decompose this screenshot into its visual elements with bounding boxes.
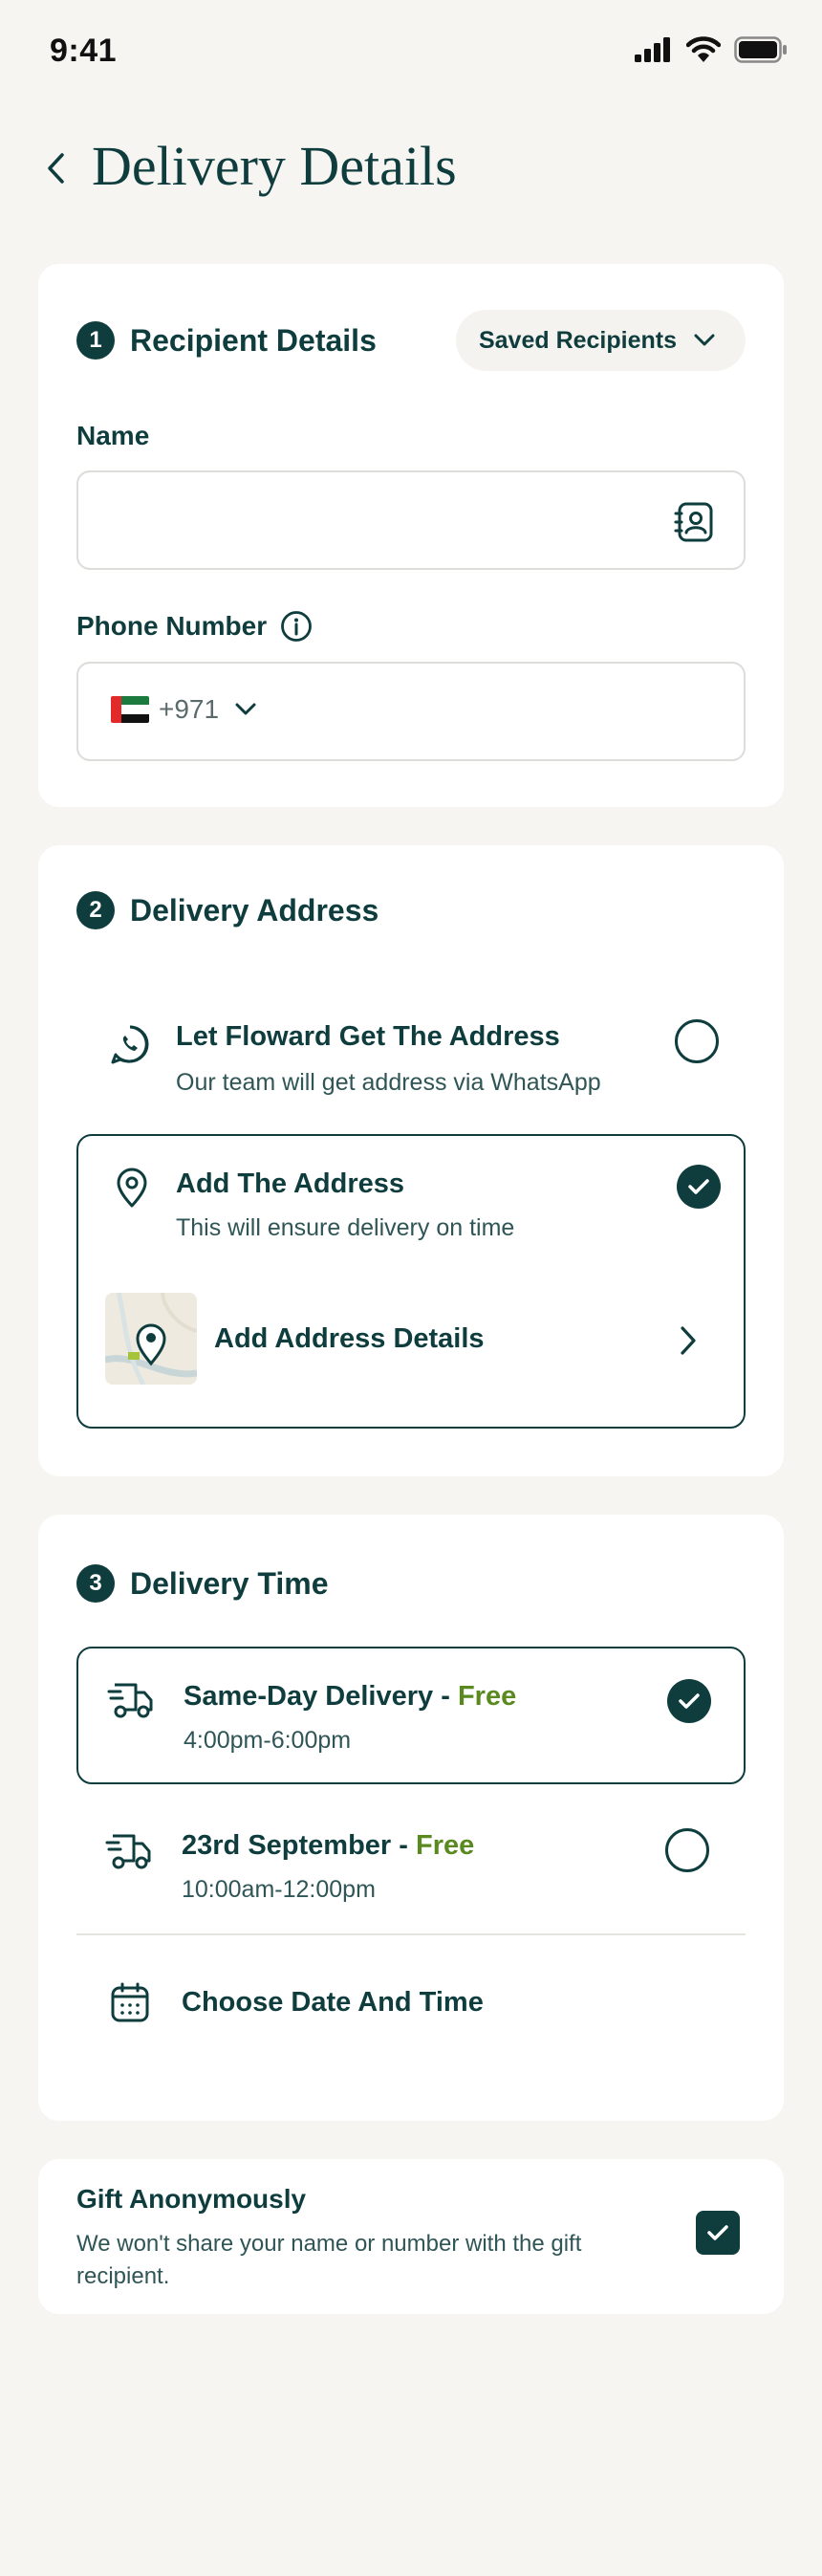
address-section-header: 2 Delivery Address — [76, 891, 379, 929]
status-time: 9:41 — [50, 33, 118, 69]
map-thumbnail — [105, 1293, 197, 1385]
divider — [76, 1933, 746, 1935]
back-button[interactable] — [36, 145, 75, 191]
radio-selected[interactable] — [667, 1679, 711, 1723]
calendar-icon — [111, 1982, 149, 2022]
option-title: Same-Day Delivery - Free — [184, 1681, 516, 1713]
chevron-down-icon — [694, 334, 715, 346]
status-bar: 9:41 — [0, 0, 822, 105]
gift-anonymously-subtitle: We won't share your name or number with … — [76, 2231, 582, 2289]
option-title: 23rd September - Free — [182, 1830, 474, 1862]
uae-flag-icon — [111, 696, 149, 723]
gift-anonymously-checkbox[interactable] — [696, 2211, 740, 2255]
radio-selected[interactable] — [677, 1165, 721, 1209]
contact-book-icon[interactable] — [673, 501, 715, 543]
radio-unselected[interactable] — [665, 1828, 709, 1872]
time-section-header: 3 Delivery Time — [76, 1564, 329, 1603]
phone-label-text: Phone Number — [76, 611, 268, 641]
step-number: 1 — [76, 321, 115, 360]
option-time: 4:00pm-6:00pm — [184, 1727, 352, 1754]
option-time: 10:00am-12:00pm — [182, 1876, 376, 1903]
step-number: 3 — [76, 1564, 115, 1603]
address-option-whatsapp[interactable]: Let Floward Get The Address Our team wil… — [76, 989, 746, 1142]
delivery-option-23rd-september[interactable]: 23rd September - Free 10:00am-12:00pm — [76, 1800, 746, 1933]
delivery-time-card: 3 Delivery Time Same-Day Delivery - Free… — [38, 1515, 784, 2121]
whatsapp-icon — [111, 1025, 149, 1064]
country-code: +971 — [159, 694, 220, 724]
location-pin-icon — [117, 1168, 147, 1208]
price-free: Free — [415, 1830, 475, 1861]
choose-date-time-label: Choose Date And Time — [182, 1987, 484, 2018]
option-subtitle: Our team will get address via WhatsApp — [176, 1069, 601, 1096]
delivery-address-card: 2 Delivery Address Let Floward Get The A… — [38, 845, 784, 1476]
phone-input[interactable] — [260, 664, 719, 759]
name-label-text: Name — [76, 421, 150, 450]
phone-field[interactable]: +971 — [76, 662, 746, 761]
cellular-signal-icon — [635, 37, 670, 62]
address-option-manual[interactable]: Add The Address This will ensure deliver… — [76, 1134, 746, 1429]
section-title: Delivery Time — [130, 1565, 329, 1601]
page-title: Delivery Details — [92, 135, 457, 197]
country-code-selector[interactable]: +971 — [111, 694, 257, 725]
delivery-details-screen: 9:41 Delivery Details 1 Recipient Detail… — [0, 0, 822, 2576]
info-icon[interactable] — [280, 610, 313, 643]
map-pin-icon — [105, 1293, 197, 1385]
recipient-details-card: 1 Recipient Details Saved Recipients Nam… — [38, 264, 784, 807]
gift-anonymously-card: Gift Anonymously We won't share your nam… — [38, 2159, 784, 2314]
section-title: Delivery Address — [130, 892, 379, 928]
name-input[interactable] — [101, 472, 637, 568]
checkmark-icon — [688, 1179, 709, 1194]
radio-unselected[interactable] — [675, 1019, 719, 1063]
price-free: Free — [457, 1681, 517, 1712]
name-label: Name — [76, 421, 149, 451]
delivery-truck-icon — [105, 1834, 151, 1869]
recipient-section-header: 1 Recipient Details — [76, 321, 377, 360]
name-field[interactable] — [76, 470, 746, 570]
checkmark-icon — [679, 1693, 700, 1709]
delivery-truck-icon — [107, 1683, 153, 1718]
option-title-text: 23rd September - — [182, 1830, 416, 1861]
choose-date-time-row[interactable]: Choose Date And Time — [76, 1954, 746, 2069]
step-number: 2 — [76, 891, 115, 929]
saved-recipients-label: Saved Recipients — [478, 326, 677, 354]
checkmark-icon — [707, 2225, 728, 2240]
status-icons — [635, 36, 788, 63]
option-subtitle: This will ensure delivery on time — [176, 1214, 515, 1241]
saved-recipients-dropdown[interactable]: Saved Recipients — [455, 310, 746, 371]
chevron-left-icon — [48, 153, 64, 184]
option-title-text: Same-Day Delivery - — [184, 1681, 458, 1712]
chevron-right-icon[interactable] — [679, 1325, 698, 1356]
add-address-details-label[interactable]: Add Address Details — [214, 1323, 485, 1355]
option-title: Let Floward Get The Address — [176, 1021, 560, 1052]
battery-icon — [734, 36, 787, 63]
wifi-icon — [686, 36, 721, 62]
phone-label: Phone Number — [76, 610, 313, 643]
header: Delivery Details — [0, 124, 822, 210]
section-title: Recipient Details — [130, 322, 377, 358]
option-title: Add The Address — [176, 1168, 405, 1199]
gift-anonymously-title: Gift Anonymously — [76, 2184, 307, 2214]
delivery-option-same-day[interactable]: Same-Day Delivery - Free 4:00pm-6:00pm — [76, 1647, 746, 1784]
chevron-down-icon — [235, 703, 256, 715]
